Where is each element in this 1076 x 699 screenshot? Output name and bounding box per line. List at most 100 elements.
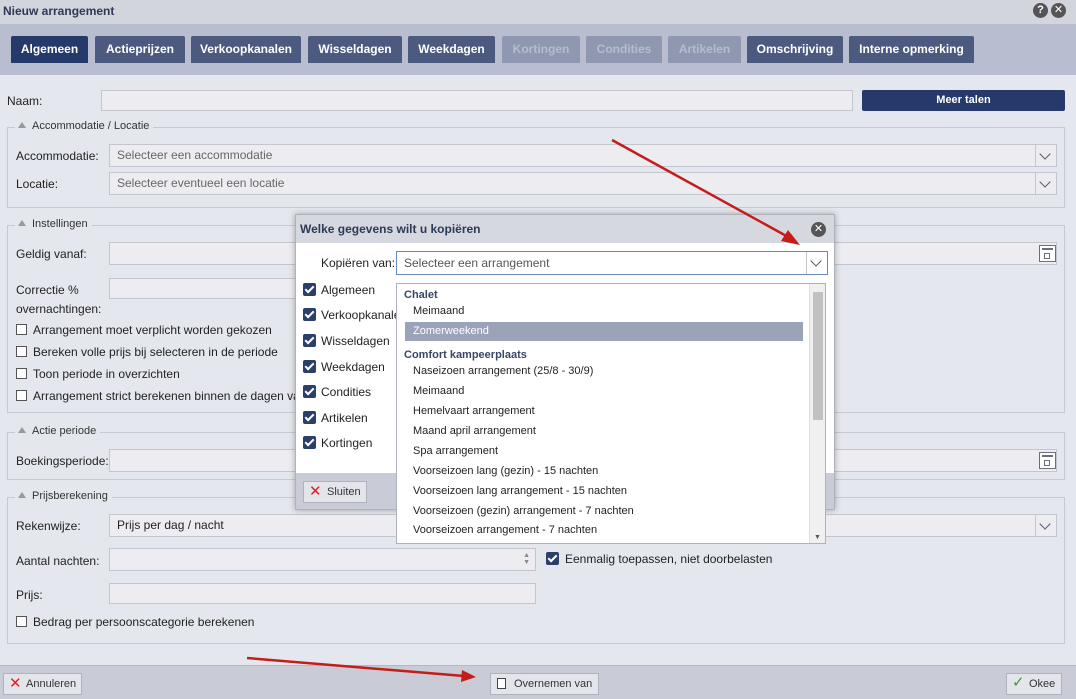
scroll-down-icon[interactable]: ▼ xyxy=(814,534,821,541)
copy-cb-kortingen-label: Kortingen xyxy=(321,436,373,450)
dropdown-scrollbar[interactable]: ▼ xyxy=(809,284,825,543)
correctie-label-2: overnachtingen: xyxy=(16,302,102,316)
actie-periode-legend[interactable]: Actie periode xyxy=(15,425,101,437)
dialog-close-icon[interactable]: ✕ xyxy=(811,222,826,237)
strict-label: Arrangement strict berekenen binnen de d… xyxy=(33,389,295,403)
volle-prijs-checkbox[interactable] xyxy=(16,346,27,357)
dropdown-item[interactable]: Meimaand xyxy=(405,302,803,321)
copy-cb-kortingen[interactable] xyxy=(303,436,316,449)
locatie-label: Locatie: xyxy=(16,177,59,191)
dropdown-item-selected[interactable]: Zomerweekend xyxy=(405,322,803,341)
dropdown-item[interactable]: Voorseizoen lang (gezin) - 15 nachten xyxy=(405,462,803,481)
tab-interne-opmerking[interactable]: Interne opmerking xyxy=(849,36,974,63)
collapse-triangle-icon[interactable] xyxy=(18,492,26,498)
copy-cb-artikelen[interactable] xyxy=(303,411,316,424)
instellingen-legend-text: Instellingen xyxy=(32,218,88,230)
locatie-select[interactable]: Selecteer eventueel een locatie xyxy=(109,172,1057,195)
tab-actieprijzen[interactable]: Actieprijzen xyxy=(95,36,185,63)
chevron-down-icon[interactable] xyxy=(1035,173,1056,194)
actie-periode-legend-text: Actie periode xyxy=(32,425,97,437)
kopieren-van-select[interactable]: Selecteer een arrangement xyxy=(396,251,828,275)
correctie-label-1: Correctie % xyxy=(16,283,79,297)
dropdown-item[interactable]: Voorseizoen lang arrangement - 15 nachte… xyxy=(405,482,803,501)
help-icon[interactable]: ? xyxy=(1033,3,1048,18)
tab-algemeen[interactable]: Algemeen xyxy=(11,36,88,63)
dropdown-item[interactable]: Hemelvaart arrangement xyxy=(405,402,803,421)
tab-verkoopkanalen[interactable]: Verkoopkanalen xyxy=(191,36,301,63)
boekingsperiode-label: Boekingsperiode: xyxy=(16,454,109,468)
tab-artikelen: Artikelen xyxy=(668,36,741,63)
persoonscategorie-checkbox[interactable] xyxy=(16,616,27,627)
collapse-triangle-icon[interactable] xyxy=(18,220,26,226)
okee-label: Okee xyxy=(1029,678,1056,690)
meer-talen-button[interactable]: Meer talen xyxy=(862,90,1065,111)
okee-button[interactable]: ✓ Okee xyxy=(1006,673,1062,695)
check-icon: ✓ xyxy=(1012,674,1025,691)
copy-cb-wisseldagen[interactable] xyxy=(303,334,316,347)
annuleren-button[interactable]: ✕ Annuleren xyxy=(3,673,82,695)
dropdown-item[interactable]: Meimaand xyxy=(405,382,803,401)
correctie-input[interactable] xyxy=(109,278,297,299)
arrangement-dropdown[interactable]: Chalet Meimaand Zomerweekend Comfort kam… xyxy=(396,283,826,544)
eenmalig-checkbox[interactable] xyxy=(546,552,559,565)
copy-cb-verkoopkanalen[interactable] xyxy=(303,308,316,321)
copy-cb-condities[interactable] xyxy=(303,385,316,398)
calendar-icon[interactable] xyxy=(1039,452,1056,469)
collapse-triangle-icon[interactable] xyxy=(18,122,26,128)
copy-cb-wisseldagen-label: Wisseldagen xyxy=(321,334,390,348)
tab-bar: Algemeen Actieprijzen Verkoopkanalen Wis… xyxy=(0,25,1076,75)
dropdown-item[interactable]: Spa arrangement xyxy=(405,442,803,461)
sluiten-button[interactable]: ✕ Sluiten xyxy=(303,481,367,503)
copy-cb-algemeen-label: Algemeen xyxy=(321,283,376,297)
annuleren-label: Annuleren xyxy=(26,678,77,690)
volle-prijs-label: Bereken volle prijs bij selecteren in de… xyxy=(33,345,278,359)
fieldset-accommodatie: Accommodatie / Locatie xyxy=(7,120,1065,208)
prijs-label: Prijs: xyxy=(16,588,43,602)
prijs-input[interactable] xyxy=(109,583,536,604)
geldig-vanaf-label: Geldig vanaf: xyxy=(16,247,87,261)
aantal-nachten-stepper[interactable]: ▲ ▼ xyxy=(109,548,536,571)
dropdown-item[interactable]: Voorseizoen arrangement - 7 nachten xyxy=(405,521,803,540)
stepper-arrows-icon[interactable]: ▲ ▼ xyxy=(523,552,530,566)
tab-weekdagen[interactable]: Weekdagen xyxy=(408,36,495,63)
prijsberekening-legend[interactable]: Prijsberekening xyxy=(15,490,112,502)
dropdown-item[interactable]: Voorseizoen (gezin) arrangement - 7 nach… xyxy=(405,502,803,521)
rekenwijze-value: Prijs per dag / nacht xyxy=(117,518,224,532)
overnemen-label: Overnemen van xyxy=(514,678,593,690)
footer-bar: ✕ Annuleren Overnemen van ✓ Okee xyxy=(0,665,1076,699)
scrollbar-thumb[interactable] xyxy=(813,292,823,420)
window-titlebar: Nieuw arrangement ? ✕ xyxy=(0,0,1076,25)
tab-wisseldagen[interactable]: Wisseldagen xyxy=(308,36,402,63)
tab-kortingen: Kortingen xyxy=(502,36,580,63)
dropdown-item[interactable]: Naseizoen arrangement (25/8 - 30/9) xyxy=(405,362,803,381)
prijsberekening-legend-text: Prijsberekening xyxy=(32,490,108,502)
rekenwijze-label: Rekenwijze: xyxy=(16,519,81,533)
close-icon[interactable]: ✕ xyxy=(1051,3,1066,18)
copy-cb-algemeen[interactable] xyxy=(303,283,316,296)
overnemen-van-button[interactable]: Overnemen van xyxy=(490,673,599,695)
copy-cb-weekdagen-label: Weekdagen xyxy=(321,360,385,374)
kopieren-van-label: Kopiëren van: xyxy=(321,256,396,270)
calendar-icon[interactable] xyxy=(1039,245,1056,262)
chevron-down-icon[interactable] xyxy=(806,252,827,274)
toon-periode-checkbox[interactable] xyxy=(16,368,27,379)
kopieren-van-placeholder: Selecteer een arrangement xyxy=(404,256,550,270)
collapse-triangle-icon[interactable] xyxy=(18,427,26,433)
chevron-down-icon[interactable] xyxy=(1035,145,1056,166)
accommodatie-select[interactable]: Selecteer een accommodatie xyxy=(109,144,1057,167)
toon-periode-label: Toon periode in overzichten xyxy=(33,367,180,381)
verplicht-checkbox[interactable] xyxy=(16,324,27,335)
accommodatie-label: Accommodatie: xyxy=(16,149,99,163)
naam-input[interactable] xyxy=(101,90,853,111)
tab-omschrijving[interactable]: Omschrijving xyxy=(747,36,843,63)
copy-cb-weekdagen[interactable] xyxy=(303,360,316,373)
copy-cb-verkoopkanalen-label: Verkoopkanale xyxy=(321,308,396,322)
chevron-down-icon[interactable] xyxy=(1035,515,1056,536)
cancel-x-icon: ✕ xyxy=(309,483,322,500)
strict-checkbox[interactable] xyxy=(16,390,27,401)
dropdown-group-label: Chalet xyxy=(404,289,438,301)
naam-label: Naam: xyxy=(7,94,43,108)
dropdown-item[interactable]: Maand april arrangement xyxy=(405,422,803,441)
accommodatie-legend[interactable]: Accommodatie / Locatie xyxy=(15,120,154,132)
instellingen-legend[interactable]: Instellingen xyxy=(15,218,92,230)
